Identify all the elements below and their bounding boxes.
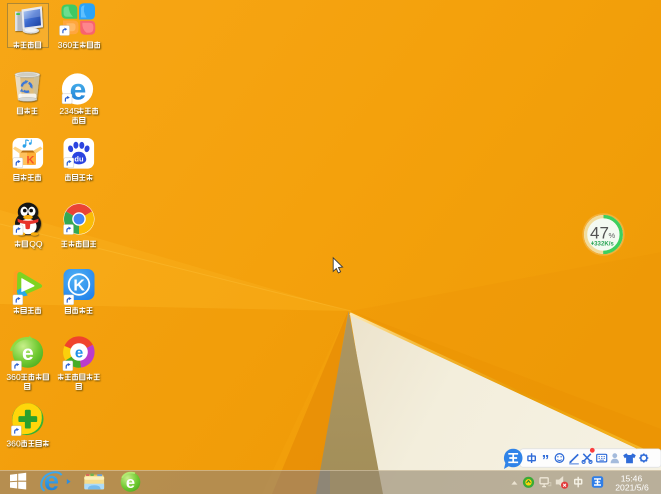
- svg-text:K: K: [73, 278, 85, 295]
- svg-text:%: %: [608, 231, 615, 240]
- svg-text:360: 360: [6, 372, 21, 382]
- svg-text:e: e: [44, 466, 59, 494]
- svg-text:K: K: [27, 155, 35, 167]
- svg-text:2345: 2345: [59, 106, 78, 116]
- svg-text:e: e: [126, 474, 135, 492]
- svg-text:332K/s: 332K/s: [594, 241, 614, 248]
- svg-text:2021/5/6: 2021/5/6: [615, 483, 649, 493]
- svg-text:”: ”: [542, 452, 550, 469]
- svg-text:e: e: [75, 345, 83, 362]
- svg-text:360: 360: [58, 40, 73, 50]
- svg-text:QQ: QQ: [29, 239, 43, 249]
- svg-text:du: du: [74, 155, 84, 164]
- svg-text:e: e: [22, 342, 34, 365]
- svg-text:360: 360: [6, 439, 21, 449]
